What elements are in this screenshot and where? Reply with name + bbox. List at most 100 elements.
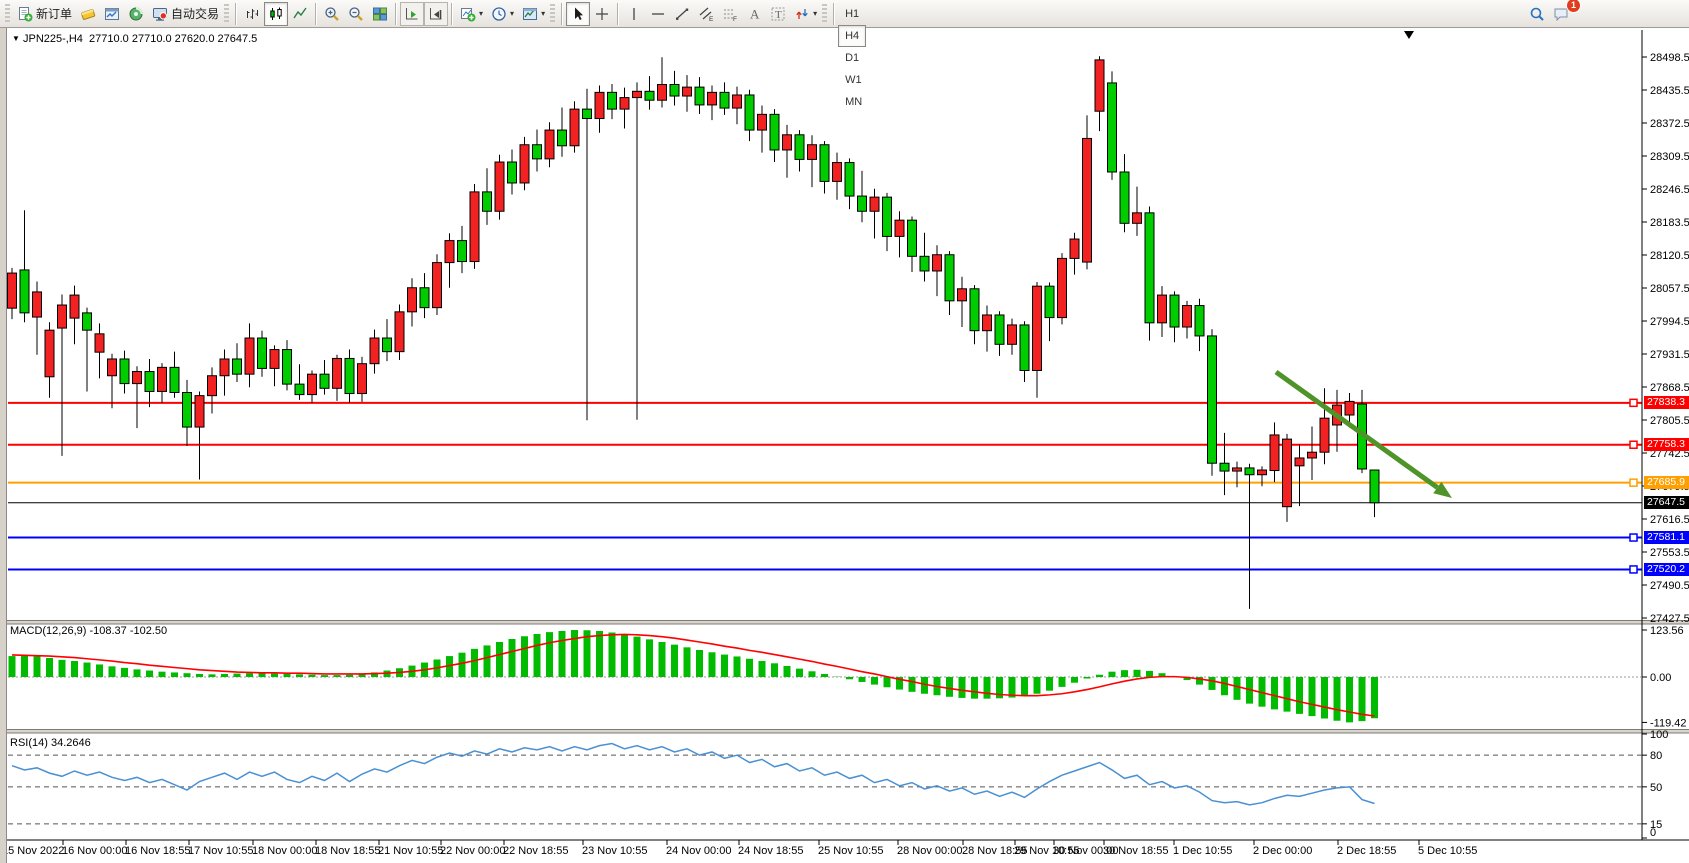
candle-body (833, 163, 842, 182)
candle-body (495, 162, 504, 211)
macd-tick-label: 0.00 (1650, 672, 1671, 684)
new-order-icon (17, 6, 33, 22)
chart-canvas[interactable]: 28498.528435.528372.528309.528246.528183… (0, 28, 1689, 863)
level-drag-marker[interactable] (1630, 534, 1637, 541)
panel-separator[interactable] (0, 621, 1689, 625)
notification-badge[interactable]: 1 (1566, 0, 1581, 13)
price-tick-label: 28183.5 (1650, 217, 1689, 229)
cursor-button[interactable] (566, 2, 590, 26)
price-tick-label: 27994.5 (1650, 316, 1689, 328)
toolbar-grip[interactable] (224, 4, 229, 24)
templates-dropdown-caret[interactable]: ▾ (541, 10, 545, 18)
crosshair-button[interactable] (590, 2, 614, 26)
candle-body (270, 350, 279, 369)
trendline-icon (674, 6, 690, 22)
auto-scroll-button[interactable] (400, 2, 424, 26)
symbol-dropdown-icon[interactable]: ▼ (12, 34, 20, 43)
candle-body (370, 338, 379, 364)
toolbar-separator (561, 3, 563, 25)
toolbar-separator (315, 3, 317, 25)
vertical-line-button[interactable] (622, 2, 646, 26)
toolbar-grip[interactable] (822, 4, 827, 24)
candle-body (533, 145, 542, 159)
market-watch-button[interactable] (100, 2, 124, 26)
chart-shift-button[interactable] (424, 2, 448, 26)
timeframe-W1[interactable]: W1 (838, 69, 869, 91)
candle-body (283, 350, 292, 385)
arrows-dropdown-caret[interactable]: ▾ (813, 10, 817, 18)
svg-text:T: T (775, 9, 782, 21)
horizontal-line-button[interactable] (646, 2, 670, 26)
candle-body (1033, 286, 1042, 370)
trend-arrow-shaft[interactable] (1276, 372, 1437, 488)
auto-trading-button[interactable]: 自动交易 (148, 2, 223, 26)
new-order-button[interactable]: 新订单 (13, 2, 76, 26)
level-drag-marker[interactable] (1630, 566, 1637, 573)
auto-trading-label: 自动交易 (171, 5, 219, 22)
candle-body (1058, 258, 1067, 317)
price-level-tag: 27685.9 (1644, 476, 1689, 489)
price-tick-label: 27490.5 (1650, 580, 1689, 592)
price-tick-label: 27616.5 (1650, 514, 1689, 526)
chart-window[interactable]: 28498.528435.528372.528309.528246.528183… (0, 28, 1689, 863)
candle-body (1108, 83, 1117, 172)
trendline-button[interactable] (670, 2, 694, 26)
timeframe-H1[interactable]: H1 (838, 3, 866, 25)
bar-shift-marker[interactable] (1404, 31, 1414, 39)
indicators-dropdown-caret[interactable]: ▾ (479, 10, 483, 18)
periods-button[interactable]: ▾ (487, 2, 518, 26)
macd-tick-label: 123.56 (1650, 625, 1684, 637)
navigator-button[interactable] (124, 2, 148, 26)
candle-body (1020, 325, 1029, 371)
arrows-button[interactable]: ▾ (790, 2, 821, 26)
search-button[interactable] (1525, 2, 1549, 26)
candle-body (95, 334, 104, 352)
toolbar-grip[interactable] (550, 4, 555, 24)
macd-tick-label: -119.42 (1650, 717, 1687, 729)
tile-windows-button[interactable] (368, 2, 392, 26)
equidistant-channel-icon: E (698, 6, 714, 22)
candle-body (1158, 295, 1167, 323)
level-drag-marker[interactable] (1630, 479, 1637, 486)
time-tick-label: 2 Dec 00:00 (1253, 845, 1312, 857)
candle-body (120, 359, 129, 384)
indicators-button[interactable]: ▾ (456, 2, 487, 26)
main-toolbar: 新订单 自动交易 ▾ ▾ (0, 0, 1689, 28)
candle-body (333, 358, 342, 388)
chart-title[interactable]: ▼ JPN225-,H4 27710.0 27710.0 27620.0 276… (12, 33, 257, 45)
candle-body (733, 95, 742, 108)
fibonacci-button[interactable]: F (718, 2, 742, 26)
navigator-icon (128, 6, 144, 22)
candle-body (933, 255, 942, 271)
line-chart-button[interactable] (288, 2, 312, 26)
candle-body (633, 91, 642, 97)
periods-dropdown-caret[interactable]: ▾ (510, 10, 514, 18)
vertical-line-icon (626, 6, 642, 22)
candle-body (545, 130, 554, 159)
time-tick-label: 5 Dec 10:55 (1418, 845, 1477, 857)
level-drag-marker[interactable] (1630, 441, 1637, 448)
equidistant-channel-button[interactable]: E (694, 2, 718, 26)
timeframe-D1[interactable]: D1 (838, 47, 866, 69)
time-tick-label: 22 Nov 18:55 (503, 845, 568, 857)
bar-chart-button[interactable] (240, 2, 264, 26)
panel-separator[interactable] (0, 730, 1689, 734)
price-tick-label: 28435.5 (1650, 85, 1689, 97)
price-level-tag: 27520.2 (1644, 563, 1689, 576)
level-drag-marker[interactable] (1630, 399, 1637, 406)
candle-body (620, 98, 629, 110)
candle-body (1195, 306, 1204, 336)
candle-body (508, 162, 517, 183)
candle-body (1258, 470, 1267, 475)
zoom-out-button[interactable] (344, 2, 368, 26)
chart-title-ohlc: 27710.0 27710.0 27620.0 27647.5 (89, 33, 257, 45)
toolbar-grip[interactable] (5, 4, 10, 24)
text-button[interactable]: A (742, 2, 766, 26)
candlestick-chart-button[interactable] (264, 2, 288, 26)
zoom-in-button[interactable] (320, 2, 344, 26)
timeframe-H4[interactable]: H4 (838, 25, 866, 47)
timeframe-MN[interactable]: MN (838, 91, 869, 113)
text-label-button[interactable]: T (766, 2, 790, 26)
templates-button[interactable]: ▾ (518, 2, 549, 26)
chart-profiles-button[interactable] (76, 2, 100, 26)
